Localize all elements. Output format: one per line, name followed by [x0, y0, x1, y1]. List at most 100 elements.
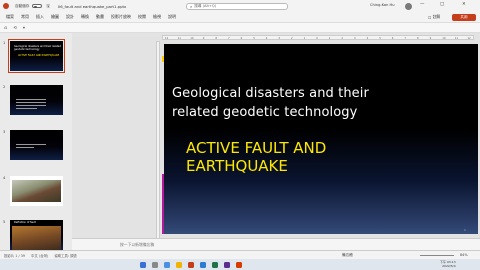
- thumb-subtitle: ACTIVE FAULT AND EARTHQUAKE: [18, 54, 60, 57]
- title-bar: 自動儲存 🖫 06_fault and earthquake_part1.ppt…: [0, 0, 480, 12]
- ruler-tick: 12: [467, 36, 471, 40]
- thumb-number: 4: [3, 176, 6, 180]
- thumb-number: 2: [3, 85, 6, 89]
- clock-date: 2022/5/4: [442, 264, 456, 268]
- slide-page-number: 1: [464, 228, 466, 232]
- thumb-number: 1: [3, 41, 6, 45]
- ruler-tick: 3: [278, 36, 281, 40]
- word-icon[interactable]: [200, 261, 206, 268]
- ruler-tick: 6: [391, 36, 394, 40]
- ruler-tick: 11: [454, 36, 459, 40]
- thumb-number: 5: [3, 220, 6, 224]
- autosave-label: 自動儲存: [15, 3, 30, 8]
- thumbnail-slide-5[interactable]: Definition of fault: [10, 220, 63, 250]
- slide-subtitle[interactable]: ACTIVE FAULT AND EARTHQUAKE: [186, 139, 366, 175]
- thumb-photo: [12, 226, 61, 250]
- ruler-tick: 3: [354, 36, 356, 40]
- app-icon[interactable]: [224, 261, 230, 268]
- tab-animations[interactable]: 動畫: [96, 14, 104, 20]
- ruler-tick: 7: [228, 36, 230, 40]
- selection-marker: [162, 174, 164, 234]
- thumbnail-slide-2[interactable]: [10, 85, 63, 115]
- zoom-slider[interactable]: [420, 255, 454, 256]
- ruler-tick: 6: [240, 36, 243, 40]
- excel-icon[interactable]: [212, 261, 218, 268]
- thumbnail-slide-1[interactable]: Geological disasters and their related g…: [8, 39, 65, 73]
- ruler-tick: 8: [215, 36, 218, 40]
- share-button[interactable]: 共用: [452, 13, 476, 21]
- notes-placeholder: 按一下以新增備忘稿: [120, 242, 155, 247]
- thumb-photo: [12, 180, 61, 202]
- thumb-text-lines: [16, 142, 46, 150]
- tab-insert[interactable]: 插入: [36, 14, 44, 20]
- ribbon-tabs: 檔案 常用 插入 繪圖 設計 轉換 動畫 投影片放映 校閱 檢視 說明 ☐ 註解…: [0, 12, 480, 23]
- powerpoint-icon[interactable]: [188, 261, 194, 268]
- powerpoint-icon: [3, 3, 9, 9]
- thumbnail-slide-4[interactable]: [10, 176, 63, 206]
- tab-transitions[interactable]: 轉換: [81, 14, 89, 20]
- avatar[interactable]: [405, 2, 412, 10]
- dropdown-icon[interactable]: ▾: [23, 25, 25, 30]
- maximize-button[interactable]: □: [440, 2, 444, 7]
- tab-view[interactable]: 檢視: [153, 14, 161, 20]
- file-name: 06_fault and earthquake_part1.pptx: [57, 3, 127, 9]
- notes-toggle-button[interactable]: 備忘稿: [342, 253, 353, 258]
- thumb-text-lines: [16, 97, 46, 111]
- thumbnail-slide-3[interactable]: [10, 130, 63, 160]
- start-icon[interactable]: [140, 261, 146, 268]
- taskbar: 下午 03:13 2022/5/4: [0, 259, 480, 270]
- thumb-number: 3: [3, 130, 6, 134]
- horizontal-ruler: 12 11 10 9 8 7 6 5 4 3 2 1 0 1 2 3 4 5 6 7 8 9 10 11 12: [162, 35, 474, 40]
- tab-slideshow[interactable]: 投影片放映: [111, 14, 131, 20]
- zoom-level[interactable]: 84%: [460, 253, 468, 257]
- tab-draw[interactable]: 繪圖: [51, 14, 59, 20]
- current-slide[interactable]: Geological disasters and their related g…: [162, 44, 478, 234]
- ruler-tick: 5: [379, 36, 381, 40]
- language-indicator[interactable]: 中文 (台灣): [31, 253, 48, 258]
- ruler-tick: 7: [404, 36, 407, 40]
- comment-button[interactable]: ☐ 註解: [428, 14, 440, 20]
- status-bar: 投影片 1 / 39 中文 (台灣) 協助工具: 調查 備忘稿 84%: [0, 250, 480, 259]
- ruler-tick: 2: [341, 36, 344, 40]
- ruler-tick: 8: [417, 36, 419, 40]
- ruler-tick: 0: [316, 36, 318, 40]
- ruler-tick: 9: [202, 36, 205, 40]
- quick-toolbar: ⎌ ⟲ ▾: [0, 23, 480, 33]
- search-placeholder: 搜尋 (Alt+Q): [194, 3, 217, 8]
- save-icon[interactable]: 🖫: [46, 3, 49, 10]
- search-icon: ⌕: [190, 3, 193, 9]
- notes-pane[interactable]: 按一下以新增備忘稿: [72, 238, 480, 250]
- app-icon[interactable]: [236, 261, 242, 268]
- undo-icon[interactable]: ⎌: [4, 25, 7, 30]
- tab-design[interactable]: 設計: [66, 14, 74, 20]
- thumb-caption: Definition of fault: [14, 221, 36, 224]
- tab-help[interactable]: 說明: [168, 14, 176, 20]
- autosave-toggle[interactable]: [32, 4, 43, 8]
- ruler-tick: 10: [190, 36, 194, 40]
- selection-marker: [162, 56, 164, 62]
- folder-icon[interactable]: [176, 261, 182, 268]
- thumb-title: Geological disasters and their related g…: [14, 45, 61, 51]
- slide-title[interactable]: Geological disasters and their related g…: [172, 84, 372, 122]
- ruler-tick: 4: [366, 36, 369, 40]
- tab-file[interactable]: 檔案: [6, 14, 14, 20]
- tab-review[interactable]: 校閱: [138, 14, 146, 20]
- ruler-tick: 12: [165, 36, 169, 40]
- browser-icon[interactable]: [164, 261, 170, 268]
- search-icon[interactable]: [152, 261, 158, 268]
- redo-icon[interactable]: ⟲: [13, 25, 17, 30]
- system-clock[interactable]: 下午 03:13 2022/5/4: [440, 260, 456, 268]
- ruler-tick: 11: [177, 36, 181, 40]
- ruler-tick: 1: [328, 36, 331, 40]
- comment-label: 註解: [432, 14, 441, 20]
- ruler-tick: 4: [265, 36, 268, 40]
- minimize-button[interactable]: —: [420, 2, 424, 7]
- accessibility-status[interactable]: 協助工具: 調查: [54, 253, 77, 258]
- vertical-ruler: [156, 41, 160, 241]
- ruler-tick: 2: [291, 36, 293, 40]
- user-name[interactable]: Ching-Kan Hu: [370, 3, 395, 7]
- close-button[interactable]: ✕: [462, 2, 466, 7]
- search-box[interactable]: ⌕ 搜尋 (Alt+Q): [186, 2, 288, 10]
- slide-edit-area: 12 11 10 9 8 7 6 5 4 3 2 1 0 1 2 3 4 5 6 7 8 9 10 11 12 Geologic…: [72, 33, 480, 250]
- tab-home[interactable]: 常用: [21, 14, 29, 20]
